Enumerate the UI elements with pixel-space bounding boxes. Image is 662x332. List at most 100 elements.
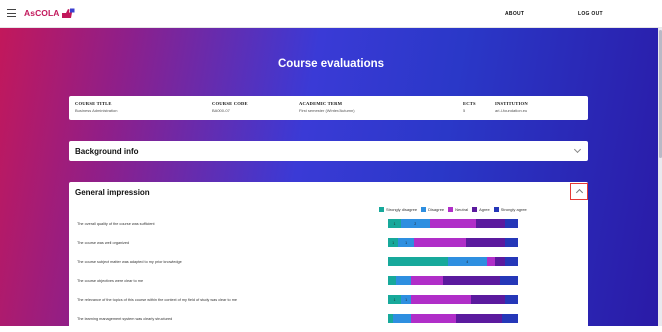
course-title-heading: COURSE TITLE [75,101,112,106]
question-text: The learning management system was clear… [77,317,173,321]
bar-segment[interactable] [465,238,505,247]
bar-segment[interactable] [504,238,518,247]
chevron-up-icon [575,188,583,197]
course-title-column: COURSE TITLE Business Administration [75,101,117,113]
legend-label: Strongly disagree [386,207,418,212]
legend-swatch [448,207,454,212]
bar-segment[interactable]: 1 [388,238,399,247]
course-info-card: COURSE TITLE Business Administration COU… [69,96,588,120]
segment-count-label: 1 [405,240,408,245]
response-bar [388,276,518,285]
bar-segment[interactable] [411,276,443,285]
course-code-heading: COURSE CODE [212,101,248,106]
ects-value: 5 [463,108,466,113]
legend-item: Agree [472,207,490,212]
legend-label: Agree [479,207,490,212]
response-bar: 12 [388,219,518,228]
segment-count-label: 1 [392,240,395,245]
ects-column: ECTS 5 [463,101,476,113]
bar-segment[interactable] [504,219,518,228]
institution-column: INSTITUTION ari-l-foundation.eu [495,101,528,113]
course-code-value: BA000-07 [212,108,230,113]
bar-segment[interactable] [388,276,396,285]
bar-segment[interactable]: 1 [401,295,412,304]
collapse-toggle-button[interactable] [570,183,588,200]
legend-label: Strongly agree [500,207,527,212]
bar-segment[interactable] [504,295,518,304]
question-row: The course objectives were clear to me [77,276,582,288]
segment-count-label: 1 [405,297,408,302]
question-row: The learning management system was clear… [77,314,582,326]
legend-swatch [472,207,478,212]
segment-count-label: 1 [393,221,396,226]
bar-segment[interactable] [471,295,505,304]
bar-segment[interactable] [476,219,505,228]
question-text: The overall quality of the course was su… [77,222,155,226]
response-legend: Strongly disagree Disagree Neutral Agree Str… [379,207,531,212]
segment-count-label: 1 [393,297,396,302]
nav-logout-link[interactable]: LOG OUT [578,11,603,17]
top-navigation-bar: AsCOLA ABOUT LOG OUT [0,0,662,28]
legend-swatch [493,207,499,212]
legend-item: Disagree [421,207,444,212]
academic-term-value: First semester (Winter/Autumn) [299,108,355,113]
general-impression-title: General impression [75,188,150,197]
bar-segment[interactable] [494,257,505,266]
background-info-title: Background info [75,147,139,156]
course-title-value: Business Administration [75,108,118,113]
legend-item: Strongly agree [493,207,527,212]
academic-term-heading: ACADEMIC TERM [299,101,343,106]
legend-label: Disagree [428,207,445,212]
bar-segment[interactable] [388,257,448,266]
logo-text: AsCOLA [24,8,60,18]
response-bar: 11 [388,238,518,247]
chevron-down-icon[interactable] [573,145,582,154]
bar-segment[interactable] [504,257,518,266]
question-row: The course was well organized 1 1 [77,238,582,250]
bar-segment[interactable] [455,314,503,323]
bar-segment[interactable]: 2 [401,219,430,228]
bar-segment[interactable] [393,314,412,323]
legend-swatch [421,207,427,212]
logo-thumbs-icon [61,8,75,18]
general-impression-accordion: General impression Strongly disagree Disa… [69,182,588,332]
question-row: The relevance of the topics of this cour… [77,295,582,307]
legend-swatch [379,207,384,212]
question-text: The course objectives were clear to me [77,279,144,283]
ects-heading: ECTS [463,101,476,106]
response-bar [388,314,518,323]
hamburger-menu-icon[interactable] [7,9,16,17]
bar-segment[interactable] [411,295,472,304]
bar-segment[interactable] [486,257,495,266]
question-text: The relevance of the topics of this cour… [77,298,237,302]
response-bar: 11 [388,295,518,304]
segment-count-label: 4 [466,259,469,264]
institution-heading: INSTITUTION [495,101,528,106]
academic-term-column: ACADEMIC TERM First semester (Winter/Aut… [299,101,355,113]
response-bar: 4 [388,257,518,266]
logo[interactable]: AsCOLA [24,6,75,20]
bar-segment[interactable]: 1 [388,219,401,228]
bar-segment[interactable] [499,276,518,285]
bar-segment[interactable] [502,314,518,323]
scrollbar-thumb[interactable] [658,30,662,158]
institution-value: ari-l-foundation.eu [495,108,528,113]
bar-segment[interactable]: 1 [398,238,414,247]
bar-segment[interactable] [429,219,477,228]
legend-label: Neutral [455,207,469,212]
bar-segment[interactable]: 1 [388,295,401,304]
bar-segment[interactable] [411,314,456,323]
bar-segment[interactable] [395,276,412,285]
bar-segment[interactable] [413,238,466,247]
background-info-accordion[interactable]: Background info [69,141,588,161]
legend-item: Neutral [448,207,468,212]
bar-segment[interactable]: 4 [447,257,487,266]
segment-count-label: 2 [414,221,417,226]
page-title: Course evaluations [277,58,385,70]
bar-segment[interactable] [442,276,500,285]
question-row: The course subject matter was adapted to… [77,257,582,269]
question-text: The course was well organized [77,241,130,245]
legend-item: Strongly disagree [379,207,417,212]
course-code-column: COURSE CODE BA000-07 [212,101,248,113]
nav-about-link[interactable]: ABOUT [505,11,524,17]
